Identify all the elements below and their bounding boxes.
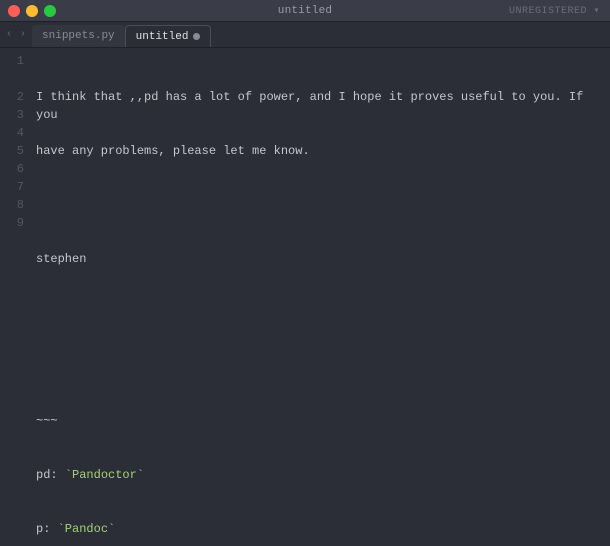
window-controls	[8, 5, 56, 17]
maximize-button[interactable]	[44, 5, 56, 17]
title-bar: untitled UNREGISTERED ▾	[0, 0, 610, 22]
line-num-6: 6	[0, 160, 24, 178]
line-num-2: 2	[0, 88, 24, 106]
tab-nav: ‹ ›	[0, 22, 32, 47]
tab-bar: ‹ › snippets.py untitled	[0, 22, 610, 48]
line-num-wrap	[0, 70, 24, 88]
code-line-5	[36, 358, 602, 376]
line-numbers: 1 2 3 4 5 6 7 8 9	[0, 48, 32, 545]
unregistered-badge: UNREGISTERED ▾	[509, 5, 600, 17]
tab-untitled[interactable]: untitled	[125, 25, 212, 47]
line-num-8: 8	[0, 196, 24, 214]
tab-untitled-label: untitled	[136, 31, 189, 43]
line-num-5: 5	[0, 142, 24, 160]
line-num-7: 7	[0, 178, 24, 196]
close-button[interactable]	[8, 5, 20, 17]
window-title: untitled	[278, 5, 332, 17]
nav-prev-icon[interactable]: ‹	[4, 29, 14, 40]
code-line-4	[36, 304, 602, 322]
code-line-7: pd: `Pandoctor`	[36, 466, 602, 484]
code-content[interactable]: I think that ,,pd has a lot of power, an…	[32, 48, 610, 545]
line-num-3: 3	[0, 106, 24, 124]
code-line-1-wrap: have any problems, please let me know.	[36, 142, 602, 160]
code-line-2	[36, 196, 602, 214]
nav-next-icon[interactable]: ›	[18, 29, 28, 40]
tab-snippets-label: snippets.py	[42, 30, 115, 42]
code-line-8: p: `Pandoc`	[36, 520, 602, 538]
code-line-6: ~~~	[36, 412, 602, 430]
tab-snippets[interactable]: snippets.py	[32, 25, 125, 47]
code-line-3: stephen	[36, 250, 602, 268]
editor-area[interactable]: 1 2 3 4 5 6 7 8 9 I think that ,,pd has …	[0, 48, 610, 545]
line-num-9: 9	[0, 214, 24, 232]
tab-modified-dot	[193, 33, 200, 40]
line-num-4: 4	[0, 124, 24, 142]
code-line-1: I think that ,,pd has a lot of power, an…	[36, 88, 602, 106]
minimize-button[interactable]	[26, 5, 38, 17]
line-num-1: 1	[0, 52, 24, 70]
